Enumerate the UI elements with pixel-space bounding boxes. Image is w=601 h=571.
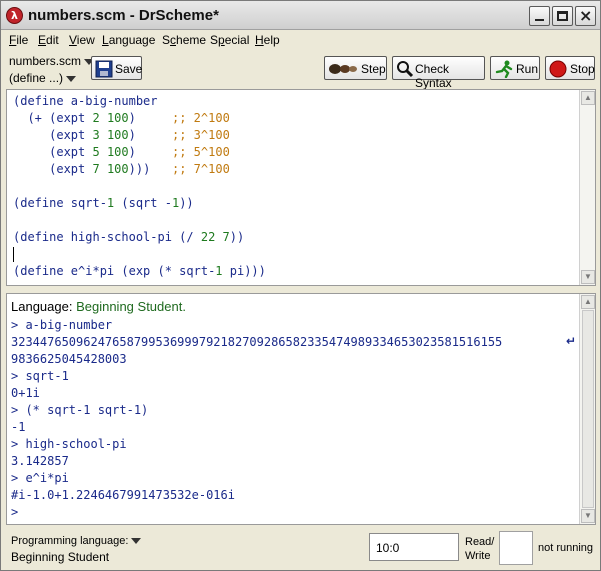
menu-edit[interactable]: Edit [38, 33, 59, 47]
menu-view[interactable]: View [69, 33, 95, 47]
code-line: (define e^i*pi (exp (* sqrt-1 pi))) [13, 264, 266, 278]
save-label: Save [115, 62, 143, 76]
menu-file-label: File [9, 33, 29, 47]
toolbar: numbers.scm (define ...) Save Step Check… [1, 51, 600, 90]
definitions-scrollbar[interactable]: ▲ ▼ [579, 90, 595, 285]
define-dropdown[interactable]: (define ...) [9, 71, 77, 85]
code-line: (define a-big-number [13, 94, 158, 108]
code-line: (expt 3 100) ;; 3^100 [13, 128, 230, 142]
repl-output: > a-big-number 32344765096247658799536999… [11, 317, 502, 521]
repl-line: > high-school-pi [11, 437, 127, 451]
definitions-code: (define a-big-number (+ (expt 2 100) ;; … [13, 93, 266, 280]
file-name-label: numbers.scm [9, 54, 82, 68]
repl-line: 3.142857 [11, 454, 69, 468]
repl-line: #i-1.0+1.2246467991473532e-016i [11, 488, 235, 502]
menu-language-label: Language [102, 33, 156, 47]
stop-button[interactable]: Stop [545, 56, 595, 80]
repl-line: -1 [11, 420, 26, 434]
minimize-button[interactable] [529, 6, 550, 26]
menu-language[interactable]: Language [102, 33, 155, 47]
check-syntax-button[interactable]: Check Syntax [392, 56, 485, 90]
code-line: (expt 7 100))) ;; 7^100 [13, 162, 230, 176]
status-bar: Programming language: Beginning Student … [1, 528, 600, 570]
read-write-indicator [499, 531, 533, 565]
language-line: Language: Beginning Student. [11, 299, 186, 314]
code-line: (define high-school-pi (/ 22 7)) [13, 230, 245, 244]
save-button[interactable]: Save [91, 56, 142, 80]
scroll-up-icon[interactable]: ▲ [581, 295, 595, 309]
repl-line: 0+1i [11, 386, 40, 400]
code-line: (define sqrt-1 (sqrt -1)) [13, 196, 194, 210]
file-name-dropdown[interactable]: numbers.scm [9, 54, 95, 68]
close-button[interactable]: × [575, 6, 596, 26]
cursor-position-box: 10:0 [369, 533, 459, 561]
text-cursor [13, 247, 14, 262]
step-button[interactable]: Step [324, 56, 387, 80]
language-name: Beginning Student. [76, 299, 186, 314]
menu-scheme[interactable]: Scheme [162, 33, 206, 47]
code-line: (expt 5 100) ;; 5^100 [13, 145, 230, 159]
define-label: (define ...) [9, 71, 64, 85]
cursor-position: 10:0 [376, 541, 400, 555]
repl-line: > e^i*pi [11, 471, 69, 485]
window-title: numbers.scm - DrScheme* [28, 7, 219, 24]
drscheme-logo-icon: λ [6, 7, 23, 24]
check-syntax-label: Check Syntax [415, 62, 452, 90]
drscheme-window: λ numbers.scm - DrScheme* × File Edit Vi… [0, 0, 601, 571]
stop-label: Stop [570, 62, 595, 76]
menu-file[interactable]: File [9, 33, 28, 47]
menu-help[interactable]: Help [255, 33, 280, 47]
footprints-icon [329, 64, 357, 74]
menu-special[interactable]: Special [210, 33, 249, 47]
language-prefix: Language: [11, 299, 73, 314]
step-label: Step [361, 62, 386, 76]
interactions-pane[interactable]: Language: Beginning Student. > a-big-num… [6, 293, 596, 525]
repl-line: > [11, 505, 19, 519]
scroll-down-icon[interactable]: ▼ [581, 270, 595, 284]
read-write-label: Read/ Write [465, 536, 495, 562]
minimize-icon [535, 19, 544, 21]
title-bar[interactable]: λ numbers.scm - DrScheme* × [1, 1, 600, 30]
maximize-button[interactable] [552, 6, 573, 26]
repl-line: 9836625045428003 [11, 352, 127, 366]
repl-line: 3234476509624765879953699979218270928658… [11, 335, 503, 349]
magnifier-icon [397, 61, 414, 78]
menu-special-label: Special [210, 33, 250, 47]
line-wrap-icon: ↵ [566, 334, 577, 348]
programming-language-selector[interactable]: Programming language: [11, 535, 142, 547]
scroll-thumb[interactable] [582, 310, 594, 508]
menu-bar: File Edit View Language Scheme Special H… [1, 31, 600, 51]
menu-help-label: Help [255, 33, 280, 47]
menu-scheme-label: Scheme [162, 33, 207, 47]
runner-icon [495, 60, 513, 78]
scroll-down-icon[interactable]: ▼ [581, 509, 595, 523]
menu-edit-label: Edit [38, 33, 59, 47]
scroll-up-icon[interactable]: ▲ [581, 91, 595, 105]
run-status: not running [538, 542, 594, 554]
close-icon: × [579, 6, 593, 25]
run-button[interactable]: Run [490, 56, 540, 80]
run-label: Run [516, 62, 539, 76]
menu-view-label: View [69, 33, 95, 47]
programming-language-value: Beginning Student [11, 550, 110, 564]
repl-line: > a-big-number [11, 318, 113, 332]
save-disk-icon [95, 60, 113, 78]
programming-language-label: Programming language: [11, 535, 129, 547]
chevron-down-icon [66, 75, 77, 82]
maximize-icon [557, 11, 568, 21]
chevron-down-icon [131, 538, 142, 545]
code-line: (+ (expt 2 100) ;; 2^100 [13, 111, 230, 125]
repl-line: > sqrt-1 [11, 369, 69, 383]
definitions-editor[interactable]: (define a-big-number (+ (expt 2 100) ;; … [6, 89, 596, 286]
repl-line: > (* sqrt-1 sqrt-1) [11, 403, 149, 417]
stop-icon [549, 60, 567, 78]
interactions-scrollbar[interactable]: ▲ ▼ [579, 294, 595, 524]
